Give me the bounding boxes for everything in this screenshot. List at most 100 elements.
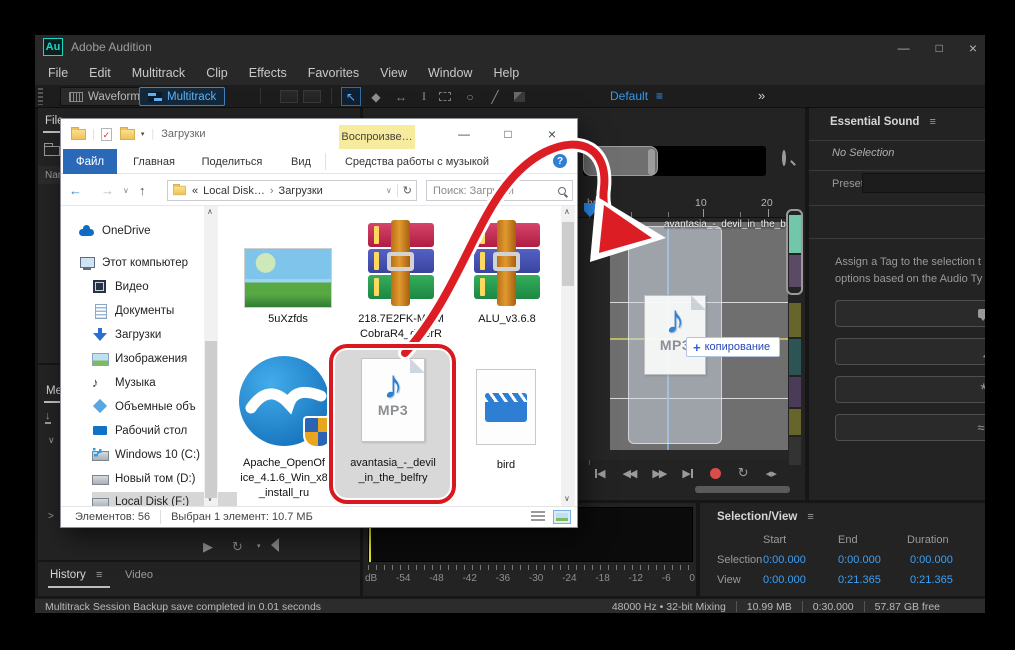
details-view-icon[interactable] [531, 511, 545, 523]
file-icon-image-5uxzfds[interactable] [244, 248, 332, 308]
nav-scroll-up-icon[interactable]: ∧ [207, 207, 213, 216]
file-label-selected[interactable]: avantasia_-_devil _in_the_belfry [333, 456, 453, 486]
menu-item-clip[interactable]: Clip [206, 66, 228, 80]
selection-view-menu-icon[interactable]: ≡ [807, 511, 813, 523]
files-scrollbar[interactable]: ∧ ∨ [561, 206, 575, 506]
workspace-selector[interactable]: Default ≡ [610, 89, 663, 103]
record-button[interactable] [710, 468, 721, 479]
sidebar-item-this-pc[interactable]: Этот компьютер [79, 253, 188, 273]
file-label[interactable]: bird [446, 458, 566, 473]
toolbar-overflow-chevron[interactable]: » [758, 88, 765, 103]
sidebar-item-desktop[interactable]: Рабочий стол [92, 421, 187, 441]
music-tag-button[interactable]: ♫ M [835, 338, 985, 365]
move-tool-icon[interactable]: ↖ [341, 87, 361, 106]
zoom-navigator-bar[interactable] [583, 146, 766, 176]
essential-sound-menu-icon[interactable]: ≡ [929, 116, 935, 128]
back-icon[interactable]: ← [69, 183, 82, 198]
sfx-tag-button[interactable]: * SF [835, 376, 985, 403]
files-scroll-down-icon[interactable]: ∨ [564, 494, 570, 503]
selection-duration-value[interactable]: 0:00.000 [910, 554, 953, 566]
file-icon-mp3-avantasia[interactable]: ♪ MP3 [361, 358, 425, 442]
files-scroll-up-icon[interactable]: ∧ [564, 207, 570, 216]
ribbon-tab-home[interactable]: Главная [124, 149, 184, 174]
address-collapsed-icon[interactable]: « [192, 185, 198, 197]
zoom-navigate-icon[interactable] [782, 152, 786, 164]
new-folder-quick-icon[interactable] [120, 129, 135, 140]
ribbon-tab-music-tools[interactable]: Средства работы с музыкой [337, 149, 497, 174]
sidebar-item-onedrive[interactable]: OneDrive [79, 221, 151, 241]
nav-scrollbar[interactable]: ∧ ∨ [204, 206, 218, 506]
skip-to-end-button[interactable]: ▶ [682, 467, 692, 480]
file-label[interactable]: Apache_OpenOf ice_4.1.6_Win_x8 _install_… [224, 456, 344, 501]
open-file-icon[interactable] [44, 146, 60, 156]
ibeam-tool-icon[interactable]: I [414, 87, 434, 106]
menu-item-multitrack[interactable]: Multitrack [132, 66, 185, 80]
loop-playback-button[interactable]: ↻ [738, 465, 749, 481]
file-icon-rar-archive-1[interactable] [368, 223, 434, 303]
multitrack-button[interactable]: Multitrack [139, 87, 225, 106]
sidebar-item-videos[interactable]: Видео [92, 277, 149, 297]
tab-history[interactable]: History [50, 569, 86, 581]
toolbar-grip[interactable] [38, 88, 43, 105]
menu-item-favorites[interactable]: Favorites [308, 66, 359, 80]
refresh-icon[interactable]: ↻ [397, 184, 412, 197]
file-icon-video-bird[interactable] [476, 369, 536, 445]
essential-sound-title[interactable]: Essential Sound [830, 116, 919, 128]
rewind-button[interactable]: ◀◀ [622, 467, 635, 480]
time-selection-tool-icon[interactable]: ↔ [391, 87, 411, 106]
nav-scrollbar-thumb[interactable] [205, 341, 217, 498]
spectral-pitch-icon[interactable] [303, 90, 321, 103]
skip-selection-button[interactable]: ◂▸ [766, 467, 777, 480]
healing-brush-tool-icon[interactable] [509, 87, 529, 106]
tab-video[interactable]: Video [125, 569, 153, 581]
history-menu-icon[interactable]: ≡ [96, 569, 102, 581]
minimize-button[interactable]: — [898, 41, 910, 55]
explorer-close-button[interactable]: × [530, 119, 574, 149]
qat-customize-icon[interactable]: ▾ [141, 130, 145, 138]
zoom-navigator-selection[interactable] [583, 146, 658, 176]
ribbon-collapse-icon[interactable]: ∨ [531, 156, 538, 167]
ribbon-tab-view[interactable]: Вид [283, 149, 319, 174]
menu-item-window[interactable]: Window [428, 66, 472, 80]
thumbnails-view-icon[interactable] [553, 510, 571, 524]
media-play-button[interactable]: ▶ [203, 539, 213, 555]
menu-item-effects[interactable]: Effects [249, 66, 287, 80]
files-scrollbar-thumb[interactable] [562, 222, 574, 286]
sidebar-item-windows-c[interactable]: Windows 10 (C:) [92, 445, 200, 465]
selection-start-value[interactable]: 0:00.000 [763, 554, 806, 566]
file-label[interactable]: ALU_v3.6.8 [447, 312, 567, 327]
sidebar-item-downloads[interactable]: Загрузки [92, 325, 161, 345]
forward-icon[interactable]: → [101, 183, 114, 198]
view-end-value[interactable]: 0:21.365 [838, 574, 881, 586]
expand-chevron-icon[interactable]: > [48, 511, 54, 522]
sidebar-item-new-volume-d[interactable]: Новый том (D:) [92, 469, 196, 489]
help-icon[interactable]: ? [553, 154, 567, 168]
breadcrumb-drive[interactable]: Local Disk… [203, 185, 265, 197]
contextual-play-tab[interactable]: Воспроизве… [339, 125, 415, 149]
menu-item-help[interactable]: Help [493, 66, 519, 80]
dialogue-tag-button[interactable]: Di [835, 300, 985, 327]
sidebar-item-3d-objects[interactable]: Объемные объ [92, 397, 196, 417]
view-start-value[interactable]: 0:00.000 [763, 574, 806, 586]
spectral-frequency-icon[interactable] [280, 90, 298, 103]
explorer-maximize-button[interactable]: □ [486, 119, 530, 149]
recent-locations-icon[interactable]: ∨ [123, 186, 129, 195]
brush-tool-icon[interactable]: ╱ [485, 87, 505, 106]
vertical-scrollbar-thumb[interactable] [786, 209, 803, 295]
preset-dropdown[interactable] [862, 173, 985, 193]
sidebar-item-pictures[interactable]: Изображения [92, 349, 187, 369]
menu-item-edit[interactable]: Edit [89, 66, 111, 80]
lasso-tool-icon[interactable]: ○ [460, 87, 480, 106]
menu-item-file[interactable]: File [48, 66, 68, 80]
sidebar-item-documents[interactable]: Документы [92, 301, 174, 321]
up-icon[interactable]: ↑ [139, 183, 146, 198]
close-button[interactable]: × [969, 40, 977, 56]
media-loop-button[interactable]: ↻ [232, 539, 243, 555]
properties-quick-icon[interactable]: ✓ [101, 128, 112, 141]
maximize-button[interactable]: □ [936, 41, 943, 55]
address-bar[interactable]: « Local Disk… › Загрузки ∨ ↻ [167, 180, 417, 201]
menu-item-view[interactable]: View [380, 66, 407, 80]
file-label[interactable]: 5uXzfds [228, 312, 348, 327]
sidebar-item-music[interactable]: ♪ Музыка [92, 373, 156, 393]
ribbon-tab-file[interactable]: Файл [63, 149, 117, 174]
